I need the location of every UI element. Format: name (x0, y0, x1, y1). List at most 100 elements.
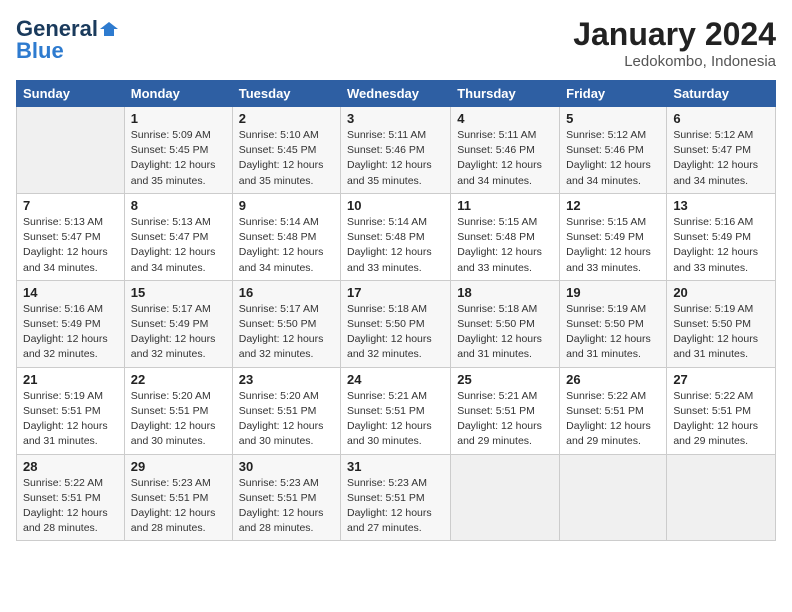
day-info: Sunrise: 5:14 AM Sunset: 5:48 PM Dayligh… (347, 215, 444, 276)
day-info: Sunrise: 5:17 AM Sunset: 5:50 PM Dayligh… (239, 302, 334, 363)
calendar-cell: 20 Sunrise: 5:19 AM Sunset: 5:50 PM Dayli… (667, 280, 776, 367)
calendar-cell: 31 Sunrise: 5:23 AM Sunset: 5:51 PM Dayli… (341, 454, 451, 541)
calendar-cell: 27 Sunrise: 5:22 AM Sunset: 5:51 PM Dayli… (667, 367, 776, 454)
day-info: Sunrise: 5:12 AM Sunset: 5:47 PM Dayligh… (673, 128, 769, 189)
day-number: 9 (239, 198, 334, 213)
calendar-week-1: 1Sunrise: 5:09 AM Sunset: 5:45 PM Daylig… (17, 107, 776, 194)
day-number: 26 (566, 372, 660, 387)
calendar-cell: 18 Sunrise: 5:18 AM Sunset: 5:50 PM Dayli… (451, 280, 560, 367)
day-info: Sunrise: 5:22 AM Sunset: 5:51 PM Dayligh… (673, 389, 769, 450)
day-number: 27 (673, 372, 769, 387)
calendar-cell: 30Sunrise: 5:23 AM Sunset: 5:51 PM Dayli… (232, 454, 340, 541)
calendar-cell (451, 454, 560, 541)
day-number: 30 (239, 459, 334, 474)
day-info: Sunrise: 5:20 AM Sunset: 5:51 PM Dayligh… (239, 389, 334, 450)
day-number: 8 (131, 198, 226, 213)
day-number: 4 (457, 111, 553, 126)
calendar-week-3: 14Sunrise: 5:16 AM Sunset: 5:49 PM Dayli… (17, 280, 776, 367)
day-info: Sunrise: 5:22 AM Sunset: 5:51 PM Dayligh… (23, 476, 118, 537)
calendar-cell (17, 107, 125, 194)
day-number: 19 (566, 285, 660, 300)
weekday-header-monday: Monday (124, 81, 232, 107)
calendar-cell: 26Sunrise: 5:22 AM Sunset: 5:51 PM Dayli… (560, 367, 667, 454)
day-info: Sunrise: 5:21 AM Sunset: 5:51 PM Dayligh… (347, 389, 444, 450)
day-number: 2 (239, 111, 334, 126)
day-number: 25 (457, 372, 553, 387)
day-number: 28 (23, 459, 118, 474)
day-info: Sunrise: 5:19 AM Sunset: 5:51 PM Dayligh… (23, 389, 118, 450)
month-year: January 2024 (573, 16, 776, 53)
day-info: Sunrise: 5:11 AM Sunset: 5:46 PM Dayligh… (457, 128, 553, 189)
day-number: 18 (457, 285, 553, 300)
day-number: 22 (131, 372, 226, 387)
day-number: 10 (347, 198, 444, 213)
calendar-cell: 14Sunrise: 5:16 AM Sunset: 5:49 PM Dayli… (17, 280, 125, 367)
day-number: 3 (347, 111, 444, 126)
day-info: Sunrise: 5:23 AM Sunset: 5:51 PM Dayligh… (347, 476, 444, 537)
day-number: 11 (457, 198, 553, 213)
weekday-header-tuesday: Tuesday (232, 81, 340, 107)
calendar-cell (560, 454, 667, 541)
day-info: Sunrise: 5:19 AM Sunset: 5:50 PM Dayligh… (673, 302, 769, 363)
calendar-cell: 3 Sunrise: 5:11 AM Sunset: 5:46 PM Daylig… (341, 107, 451, 194)
calendar-cell: 24 Sunrise: 5:21 AM Sunset: 5:51 PM Dayli… (341, 367, 451, 454)
day-number: 15 (131, 285, 226, 300)
calendar-cell: 25 Sunrise: 5:21 AM Sunset: 5:51 PM Dayli… (451, 367, 560, 454)
calendar-cell: 2 Sunrise: 5:10 AM Sunset: 5:45 PM Daylig… (232, 107, 340, 194)
day-info: Sunrise: 5:13 AM Sunset: 5:47 PM Dayligh… (131, 215, 226, 276)
calendar-cell: 5 Sunrise: 5:12 AM Sunset: 5:46 PM Daylig… (560, 107, 667, 194)
day-info: Sunrise: 5:20 AM Sunset: 5:51 PM Dayligh… (131, 389, 226, 450)
calendar-cell: 12Sunrise: 5:15 AM Sunset: 5:49 PM Dayli… (560, 193, 667, 280)
day-info: Sunrise: 5:12 AM Sunset: 5:46 PM Dayligh… (566, 128, 660, 189)
calendar-cell: 10 Sunrise: 5:14 AM Sunset: 5:48 PM Dayli… (341, 193, 451, 280)
day-info: Sunrise: 5:16 AM Sunset: 5:49 PM Dayligh… (673, 215, 769, 276)
day-info: Sunrise: 5:18 AM Sunset: 5:50 PM Dayligh… (457, 302, 553, 363)
calendar-cell: 8 Sunrise: 5:13 AM Sunset: 5:47 PM Daylig… (124, 193, 232, 280)
day-number: 7 (23, 198, 118, 213)
day-info: Sunrise: 5:15 AM Sunset: 5:49 PM Dayligh… (566, 215, 660, 276)
day-number: 24 (347, 372, 444, 387)
day-info: Sunrise: 5:14 AM Sunset: 5:48 PM Dayligh… (239, 215, 334, 276)
weekday-header-saturday: Saturday (667, 81, 776, 107)
day-number: 5 (566, 111, 660, 126)
day-info: Sunrise: 5:18 AM Sunset: 5:50 PM Dayligh… (347, 302, 444, 363)
calendar-body: 1Sunrise: 5:09 AM Sunset: 5:45 PM Daylig… (17, 107, 776, 541)
day-number: 31 (347, 459, 444, 474)
calendar-cell: 17 Sunrise: 5:18 AM Sunset: 5:50 PM Dayli… (341, 280, 451, 367)
day-number: 20 (673, 285, 769, 300)
calendar-cell: 21 Sunrise: 5:19 AM Sunset: 5:51 PM Dayli… (17, 367, 125, 454)
weekday-header-friday: Friday (560, 81, 667, 107)
logo: General Blue (16, 16, 118, 64)
weekday-header-thursday: Thursday (451, 81, 560, 107)
weekday-header-wednesday: Wednesday (341, 81, 451, 107)
calendar-cell: 9 Sunrise: 5:14 AM Sunset: 5:48 PM Daylig… (232, 193, 340, 280)
day-number: 21 (23, 372, 118, 387)
day-info: Sunrise: 5:15 AM Sunset: 5:48 PM Dayligh… (457, 215, 553, 276)
day-number: 13 (673, 198, 769, 213)
title-block: January 2024 Ledokombo, Indonesia (573, 16, 776, 70)
day-info: Sunrise: 5:23 AM Sunset: 5:51 PM Dayligh… (131, 476, 226, 537)
calendar-week-4: 21 Sunrise: 5:19 AM Sunset: 5:51 PM Dayli… (17, 367, 776, 454)
day-info: Sunrise: 5:11 AM Sunset: 5:46 PM Dayligh… (347, 128, 444, 189)
calendar-cell: 4 Sunrise: 5:11 AM Sunset: 5:46 PM Daylig… (451, 107, 560, 194)
day-info: Sunrise: 5:10 AM Sunset: 5:45 PM Dayligh… (239, 128, 334, 189)
calendar-week-5: 28 Sunrise: 5:22 AM Sunset: 5:51 PM Dayli… (17, 454, 776, 541)
logo-bird-icon (100, 20, 118, 38)
day-number: 16 (239, 285, 334, 300)
day-number: 14 (23, 285, 118, 300)
day-info: Sunrise: 5:21 AM Sunset: 5:51 PM Dayligh… (457, 389, 553, 450)
calendar-cell: 19Sunrise: 5:19 AM Sunset: 5:50 PM Dayli… (560, 280, 667, 367)
calendar-cell: 15Sunrise: 5:17 AM Sunset: 5:49 PM Dayli… (124, 280, 232, 367)
calendar-table: SundayMondayTuesdayWednesdayThursdayFrid… (16, 80, 776, 541)
day-info: Sunrise: 5:13 AM Sunset: 5:47 PM Dayligh… (23, 215, 118, 276)
calendar-week-2: 7 Sunrise: 5:13 AM Sunset: 5:47 PM Daylig… (17, 193, 776, 280)
calendar-cell: 23Sunrise: 5:20 AM Sunset: 5:51 PM Dayli… (232, 367, 340, 454)
calendar-cell (667, 454, 776, 541)
calendar-cell: 7 Sunrise: 5:13 AM Sunset: 5:47 PM Daylig… (17, 193, 125, 280)
logo-blue: Blue (16, 38, 64, 64)
calendar-cell: 16 Sunrise: 5:17 AM Sunset: 5:50 PM Dayli… (232, 280, 340, 367)
page-header: General Blue January 2024 Ledokombo, Ind… (16, 16, 776, 70)
location: Ledokombo, Indonesia (573, 53, 776, 70)
calendar-cell: 22 Sunrise: 5:20 AM Sunset: 5:51 PM Dayli… (124, 367, 232, 454)
day-number: 17 (347, 285, 444, 300)
